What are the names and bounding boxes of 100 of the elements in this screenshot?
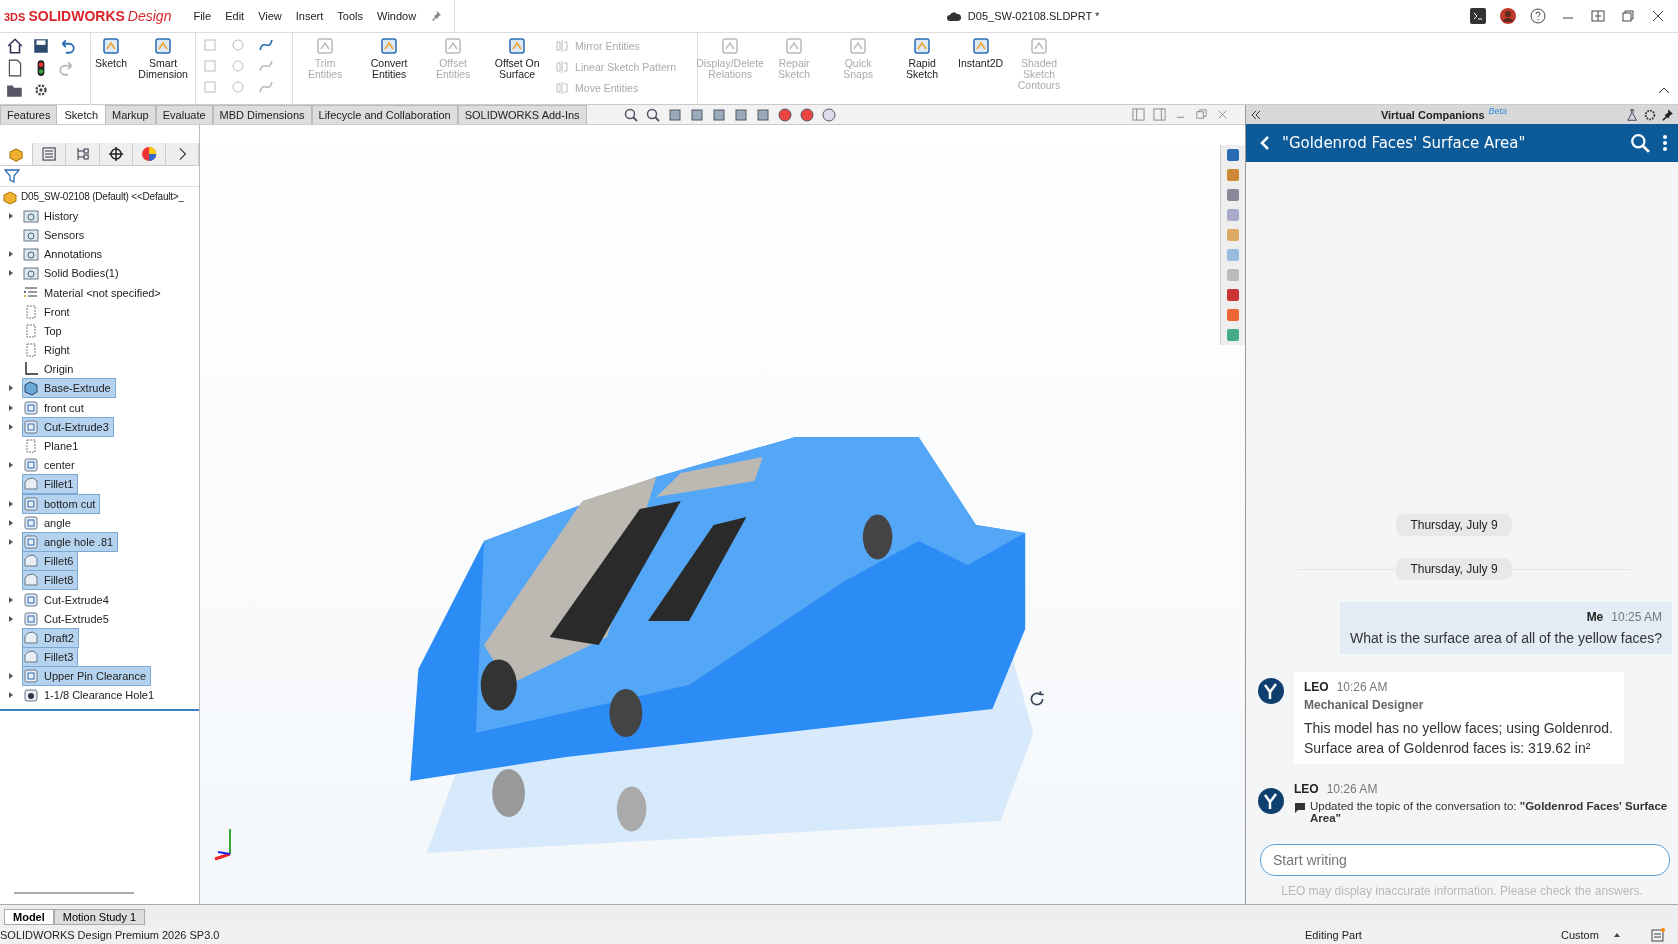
expand-arrow-icon[interactable] bbox=[7, 595, 15, 604]
menu-item[interactable]: File bbox=[193, 10, 212, 22]
save-icon[interactable] bbox=[32, 37, 50, 55]
user-avatar[interactable] bbox=[1500, 8, 1516, 24]
cut-icon bbox=[23, 610, 39, 627]
settings-icon[interactable] bbox=[1643, 107, 1657, 122]
expand-arrow-icon[interactable] bbox=[7, 672, 15, 681]
tree-root-label[interactable]: D05_SW-02108 (Default) <<Default>_ bbox=[21, 191, 184, 203]
new-document-icon[interactable] bbox=[6, 59, 24, 77]
tree-item[interactable]: Sensors bbox=[22, 224, 90, 245]
collapse-pane-icon[interactable] bbox=[1250, 109, 1262, 120]
tree-item[interactable]: Cut-Extrude4 bbox=[22, 589, 114, 610]
menu-item[interactable]: View bbox=[258, 10, 282, 22]
home-icon[interactable] bbox=[6, 37, 24, 55]
menu-item[interactable]: Window bbox=[377, 10, 417, 22]
help-icon[interactable] bbox=[1530, 8, 1546, 24]
ribbon-button[interactable]: Rapid Sketch bbox=[890, 33, 955, 83]
extrude-icon bbox=[23, 380, 39, 397]
close-icon[interactable] bbox=[1650, 8, 1666, 24]
command-tab[interactable]: Lifecycle and Collaboration bbox=[311, 105, 458, 124]
message-input[interactable]: Start writing bbox=[1260, 844, 1670, 876]
restore-icon[interactable] bbox=[1620, 8, 1636, 24]
model-tab[interactable]: Motion Study 1 bbox=[53, 909, 146, 925]
sender-name: LEO bbox=[1294, 782, 1319, 796]
command-tab[interactable]: Features bbox=[0, 105, 58, 124]
tree-item[interactable]: front cut bbox=[22, 397, 89, 418]
model-tab[interactable]: Model bbox=[4, 909, 54, 925]
tree-item[interactable]: Origin bbox=[22, 359, 79, 380]
chevron-right-icon[interactable] bbox=[165, 143, 200, 165]
tree-item[interactable]: bottom cut bbox=[22, 493, 101, 514]
tree-item[interactable]: Upper Pin Clearance bbox=[22, 666, 152, 687]
tree-item[interactable]: Fillet6 bbox=[22, 551, 79, 572]
tree-item[interactable]: Fillet8 bbox=[22, 570, 79, 591]
tree-item[interactable]: Base-Extrude bbox=[22, 378, 116, 399]
expand-arrow-icon[interactable] bbox=[7, 403, 15, 412]
expand-arrow-icon[interactable] bbox=[7, 250, 15, 259]
crosshair-icon[interactable] bbox=[99, 143, 133, 165]
tree-item[interactable]: History bbox=[22, 205, 84, 226]
back-icon[interactable] bbox=[1260, 135, 1270, 151]
tree-item[interactable]: Top bbox=[22, 320, 67, 341]
expand-arrow-icon[interactable] bbox=[7, 614, 15, 623]
tree-item[interactable]: Cut-Extrude3 bbox=[22, 416, 114, 437]
tree-item[interactable]: center bbox=[22, 455, 80, 476]
expand-arrow-icon[interactable] bbox=[7, 537, 15, 546]
ribbon-button[interactable]: Convert Entities bbox=[357, 33, 422, 83]
tree-item[interactable]: Material <not specified> bbox=[22, 282, 166, 303]
tree-item[interactable]: 1-1/8 Clearance Hole1 bbox=[22, 685, 160, 706]
tree-item[interactable]: Solid Bodies(1) bbox=[22, 263, 124, 284]
terminal-icon[interactable] bbox=[1470, 8, 1486, 24]
tree-item[interactable]: angle hole .81 bbox=[22, 531, 119, 552]
expand-arrow-icon[interactable] bbox=[7, 518, 15, 527]
ribbon-button[interactable]: Offset On Surface bbox=[485, 33, 550, 83]
menu-item[interactable]: Edit bbox=[225, 10, 245, 22]
expand-arrow-icon[interactable] bbox=[7, 461, 15, 470]
command-tab[interactable]: MBD Dimensions bbox=[212, 105, 312, 124]
configuration-icon[interactable] bbox=[66, 143, 100, 165]
more-icon[interactable] bbox=[1662, 134, 1668, 152]
zoom-area-icon[interactable] bbox=[644, 106, 661, 123]
sender-name: LEO bbox=[1304, 680, 1329, 694]
expand-arrow-icon[interactable] bbox=[7, 269, 15, 278]
tree-item[interactable]: Draft2 bbox=[22, 627, 79, 648]
cut-icon bbox=[23, 399, 39, 416]
command-tab[interactable]: Sketch bbox=[57, 105, 106, 124]
sketch-tool-icon bbox=[507, 36, 528, 56]
tree-item[interactable]: Right bbox=[22, 340, 75, 361]
caret-icon[interactable] bbox=[1613, 931, 1621, 938]
expand-arrow-icon[interactable] bbox=[7, 499, 15, 508]
pin-icon[interactable] bbox=[1660, 107, 1674, 122]
mirror-icon bbox=[555, 80, 570, 95]
flask-icon[interactable] bbox=[1626, 107, 1640, 122]
search-icon[interactable] bbox=[1630, 133, 1650, 153]
tree-item[interactable]: Front bbox=[22, 301, 75, 322]
command-tab[interactable]: SOLIDWORKS Add-Ins bbox=[457, 105, 587, 124]
tree-item[interactable]: Cut-Extrude5 bbox=[22, 608, 114, 629]
sketch-tool-icon bbox=[784, 36, 805, 56]
tile-icon[interactable] bbox=[1590, 8, 1606, 24]
ribbon-button[interactable]: Instant2D bbox=[954, 33, 1008, 72]
expand-arrow-icon[interactable] bbox=[7, 384, 15, 393]
mirror-icon bbox=[555, 38, 570, 53]
units-button[interactable]: Custom bbox=[1561, 928, 1613, 941]
command-tab[interactable]: Evaluate bbox=[155, 105, 213, 124]
expand-arrow-icon[interactable] bbox=[7, 691, 15, 700]
display-manager-icon[interactable] bbox=[132, 143, 166, 165]
tree-item[interactable]: angle bbox=[22, 512, 76, 533]
expand-arrow-icon[interactable] bbox=[7, 422, 15, 431]
menu-item[interactable]: Insert bbox=[295, 10, 324, 22]
zoom-fit-icon[interactable] bbox=[622, 106, 639, 123]
command-tab[interactable]: Markup bbox=[105, 105, 156, 124]
tree-item[interactable]: Fillet1 bbox=[22, 474, 79, 495]
origin-icon bbox=[23, 361, 39, 378]
expand-arrow-icon[interactable] bbox=[7, 211, 15, 220]
tree-item[interactable]: Plane1 bbox=[22, 436, 84, 457]
tree-item[interactable]: Fillet3 bbox=[22, 647, 79, 668]
tree-item[interactable]: Annotations bbox=[22, 244, 108, 265]
menu-item[interactable]: Tools bbox=[337, 10, 363, 22]
ribbon-button[interactable]: Smart Dimension bbox=[131, 33, 196, 83]
filter-icon[interactable] bbox=[4, 168, 20, 184]
property-manager-icon[interactable] bbox=[33, 143, 67, 165]
ribbon-button[interactable]: Sketch bbox=[91, 33, 132, 72]
collapse-ribbon-icon[interactable] bbox=[1658, 86, 1670, 94]
